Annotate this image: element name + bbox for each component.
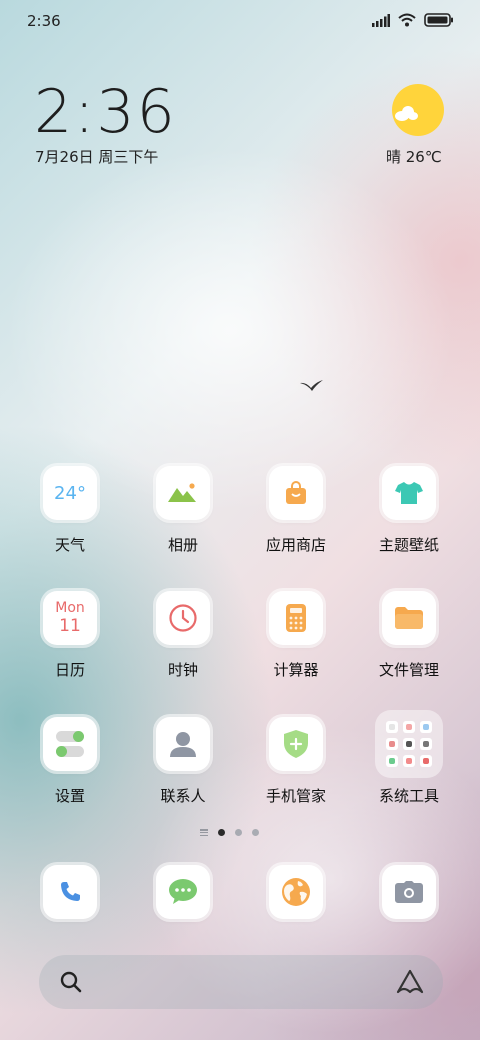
- sun-cloud-icon[interactable]: [392, 84, 444, 136]
- status-time: 2:36: [27, 12, 61, 30]
- page-indicator-menu-icon: [200, 829, 208, 836]
- app-label: 应用商店: [265, 536, 326, 554]
- app-label: 联系人: [160, 787, 206, 805]
- app-themes[interactable]: 主题壁纸: [359, 466, 459, 555]
- app-label: 天气: [54, 536, 85, 554]
- app-file-manager[interactable]: 文件管理: [359, 591, 459, 680]
- dock-messages[interactable]: [133, 865, 233, 919]
- app-clock[interactable]: 时钟: [133, 591, 233, 680]
- status-icons: [372, 13, 454, 27]
- clock-icon: [156, 591, 210, 645]
- status-bar: 2:36: [0, 0, 480, 44]
- messages-icon: [156, 865, 210, 919]
- app-label: 设置: [54, 787, 85, 805]
- calendar-day: 11: [59, 616, 81, 636]
- file-manager-icon: [382, 591, 436, 645]
- page-dot-2[interactable]: [235, 829, 242, 836]
- assistant-icon[interactable]: [396, 969, 424, 995]
- app-label: 日历: [54, 661, 85, 679]
- page-dot-3[interactable]: [252, 829, 259, 836]
- dock-phone[interactable]: [20, 865, 120, 919]
- themes-icon: [382, 466, 436, 520]
- dock-camera[interactable]: [359, 865, 459, 919]
- calendar-icon: Mon 11: [43, 591, 97, 645]
- camera-icon: [382, 865, 436, 919]
- app-label: 计算器: [273, 661, 319, 679]
- weather-text: 晴 26℃: [386, 148, 442, 166]
- calendar-month: Mon: [55, 600, 85, 616]
- dock-browser[interactable]: [246, 865, 346, 919]
- wifi-icon: [398, 13, 416, 27]
- settings-icon: [43, 717, 97, 771]
- weather-icon: 24°: [43, 466, 97, 520]
- weather-tile-temp: 24°: [54, 482, 86, 504]
- security-icon: [269, 717, 323, 771]
- contacts-icon: [156, 717, 210, 771]
- page-dot-1[interactable]: [218, 829, 225, 836]
- browser-icon: [269, 865, 323, 919]
- app-label: 主题壁纸: [378, 536, 439, 554]
- app-label: 系统工具: [378, 787, 439, 805]
- gallery-icon: [156, 466, 210, 520]
- search-icon[interactable]: [60, 971, 82, 993]
- battery-icon: [424, 13, 453, 27]
- app-gallery[interactable]: 相册: [133, 466, 233, 555]
- app-label: 文件管理: [378, 661, 439, 679]
- lock-clock[interactable]: 2:36: [34, 80, 177, 144]
- app-label: 手机管家: [265, 787, 326, 805]
- app-weather[interactable]: 24° 天气: [20, 466, 120, 555]
- app-folder-system-tools[interactable]: 系统工具: [359, 710, 459, 806]
- phone-icon: [43, 865, 97, 919]
- app-store-icon: [269, 466, 323, 520]
- app-label: 时钟: [167, 661, 198, 679]
- page-indicator[interactable]: [200, 829, 259, 836]
- calculator-icon: [269, 591, 323, 645]
- app-label: 相册: [167, 536, 198, 554]
- search-bar[interactable]: [39, 955, 443, 1009]
- folder-icon: [375, 710, 443, 778]
- bird-decoration: [300, 380, 323, 391]
- app-security[interactable]: 手机管家: [246, 717, 346, 806]
- signal-icon: [372, 13, 390, 27]
- app-store[interactable]: 应用商店: [246, 466, 346, 555]
- app-contacts[interactable]: 联系人: [133, 717, 233, 806]
- app-calendar[interactable]: Mon 11 日历: [20, 591, 120, 680]
- app-calculator[interactable]: 计算器: [246, 591, 346, 680]
- app-settings[interactable]: 设置: [20, 717, 120, 806]
- date-text: 7月26日 周三下午: [35, 148, 159, 166]
